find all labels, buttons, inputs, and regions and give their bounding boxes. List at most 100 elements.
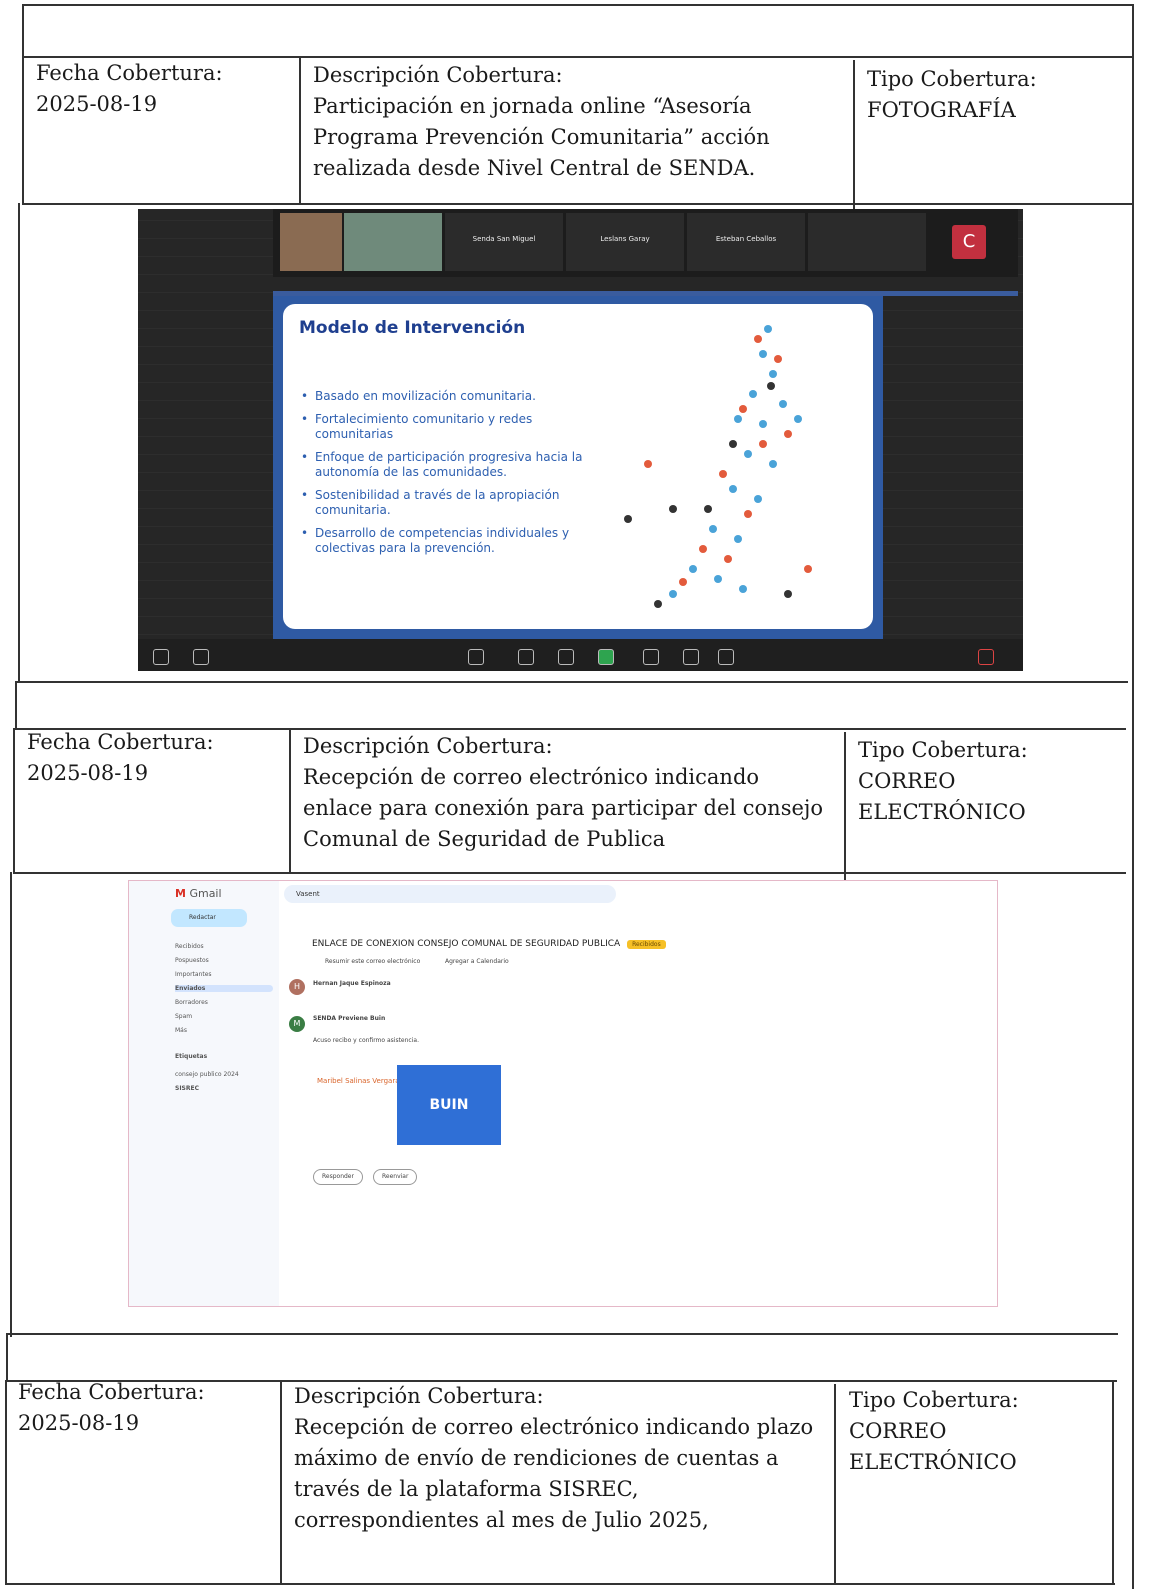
row2-bottom: [13, 872, 1126, 874]
descripcion-line: enlace para conexión para participar del…: [303, 796, 824, 820]
nav-item-borradores[interactable]: Borradores: [175, 999, 208, 1006]
sender-avatar: H: [289, 979, 305, 995]
row1-tipo: Tipo Cobertura: FOTOGRAFÍA: [867, 64, 1037, 126]
row3-tipo: Tipo Cobertura: CORREO ELECTRÓNICO: [849, 1385, 1019, 1478]
subject-tag[interactable]: Recibidos: [627, 940, 666, 949]
image2-bottom: [8, 1333, 1118, 1335]
sender-name: Hernan Jaque Espinoza: [313, 980, 391, 987]
descripcion-line: Recepción de correo electrónico indicand…: [294, 1415, 814, 1439]
nav-item-importantes[interactable]: Importantes: [175, 971, 212, 978]
row1-descripcion: Descripción Cobertura: Participación en …: [313, 60, 770, 184]
slide-bullet: Sostenibilidad a través de la apropiació…: [301, 488, 611, 518]
image2-left: [10, 872, 12, 1337]
participant-tile: Esteban Ceballos: [687, 213, 805, 271]
gmail-screenshot: M Gmail Redactar Recibidos Pospuestos Im…: [128, 880, 998, 1307]
react-icon[interactable]: [558, 649, 574, 665]
row2-tipo: Tipo Cobertura: CORREO ELECTRÓNICO: [858, 735, 1028, 828]
descripcion-line: Recepción de correo electrónico indicand…: [303, 765, 760, 789]
participants-bar: Senda San Miguel Leslans Garay Esteban C…: [273, 209, 1018, 277]
row3-div1: [280, 1380, 282, 1585]
camera-icon[interactable]: [193, 649, 209, 665]
slide-title: Modelo de Intervención: [299, 318, 526, 338]
reply-button[interactable]: Responder: [313, 1169, 363, 1185]
row1-bottom: [22, 203, 1134, 205]
nav-item-mas[interactable]: Más: [175, 1027, 187, 1034]
leave-icon[interactable]: [978, 649, 994, 665]
compose-button[interactable]: Redactar: [171, 909, 247, 927]
fecha-label: Fecha Cobertura:: [27, 730, 214, 754]
row1-div1: [299, 56, 301, 204]
row2-div2: [844, 732, 846, 882]
frame-left: [22, 4, 24, 56]
more-icon[interactable]: [718, 649, 734, 665]
participant-tile: Leslans Garay: [566, 213, 684, 271]
participant-video: [344, 213, 442, 271]
record-icon[interactable]: [643, 649, 659, 665]
tipo-label: Tipo Cobertura:: [858, 738, 1028, 762]
descripcion-line: través de la plataforma SISREC,: [294, 1477, 639, 1501]
participant-avatar: C: [952, 225, 986, 259]
slide-bullet: Enfoque de participación progresiva haci…: [301, 450, 611, 480]
people-arrow-illustration: [624, 325, 812, 608]
tipo-value: CORREO: [858, 769, 956, 793]
share-icon[interactable]: [598, 649, 614, 665]
tipo-value: FOTOGRAFÍA: [867, 98, 1016, 122]
participant-tile: Senda San Miguel: [445, 213, 563, 271]
calendar-action[interactable]: Agregar a Calendario: [445, 958, 509, 965]
descripcion-label: Descripción Cobertura:: [294, 1384, 544, 1408]
gmail-logo: M Gmail: [175, 887, 222, 900]
fecha-value: 2025-08-19: [36, 92, 158, 116]
label-item[interactable]: SISREC: [175, 1085, 199, 1092]
signature-name: Maribel Salinas Vergara: [317, 1077, 400, 1085]
descripcion-label: Descripción Cobertura:: [303, 734, 553, 758]
chat-icon[interactable]: [518, 649, 534, 665]
tipo-label: Tipo Cobertura:: [849, 1388, 1019, 1412]
gap2-left: [6, 1333, 8, 1381]
forward-button[interactable]: Reenviar: [373, 1169, 418, 1185]
slide-bullet: Desarrollo de competencias individuales …: [301, 526, 611, 556]
row2-fecha: Fecha Cobertura: 2025-08-19: [27, 727, 214, 789]
buin-logo: BUIN: [397, 1065, 501, 1145]
zoom-screenshot: Senda San Miguel Leslans Garay Esteban C…: [138, 209, 1023, 671]
row2-descripcion: Descripción Cobertura: Recepción de corr…: [303, 731, 823, 855]
tipo-label: Tipo Cobertura:: [867, 67, 1037, 91]
participant-name: Leslans Garay: [600, 235, 650, 243]
tipo-value: CORREO: [849, 1419, 947, 1443]
descripcion-line: realizada desde Nivel Central de SENDA.: [313, 156, 756, 180]
descripcion-line: Participación en jornada online “Asesorí…: [313, 94, 752, 118]
participant-name: Senda San Miguel: [472, 235, 536, 243]
nav-item-enviados[interactable]: Enviados: [175, 985, 273, 992]
label-item[interactable]: consejo publico 2024: [175, 1071, 239, 1078]
frame-right: [1132, 4, 1134, 1589]
image1-left: [18, 203, 20, 683]
summarize-action[interactable]: Resumir este correo electrónico: [325, 958, 420, 965]
descripcion-line: correspondientes al mes de Julio 2025,: [294, 1508, 709, 1532]
email-body: Acuso recibo y confirmo asistencia.: [313, 1037, 419, 1044]
slide-bullets: Basado en movilización comunitaria. Fort…: [301, 389, 611, 564]
row1-div2: [853, 60, 855, 210]
participants-icon[interactable]: [468, 649, 484, 665]
row3-div2: [834, 1384, 836, 1584]
fecha-label: Fecha Cobertura:: [18, 1380, 205, 1404]
nav-item-spam[interactable]: Spam: [175, 1013, 192, 1020]
apps-icon[interactable]: [683, 649, 699, 665]
frame-top: [22, 4, 1134, 6]
row1-fecha: Fecha Cobertura: 2025-08-19: [36, 58, 223, 120]
search-input[interactable]: Vasent: [284, 885, 616, 903]
email-subject: ENLACE DE CONEXION CONSEJO COMUNAL DE SE…: [312, 939, 666, 949]
row3-right: [1112, 1380, 1114, 1585]
nav-item-pospuestos[interactable]: Pospuestos: [175, 957, 209, 964]
participant-video: [280, 213, 342, 271]
descripcion-line: máximo de envío de rendiciones de cuenta…: [294, 1446, 779, 1470]
tipo-value: ELECTRÓNICO: [849, 1450, 1017, 1474]
meeting-controls: [138, 639, 1023, 671]
image1-bottom: [16, 681, 1128, 683]
descripcion-line: Programa Prevención Comunitaria” acción: [313, 125, 770, 149]
nav-item-recibidos[interactable]: Recibidos: [175, 943, 204, 950]
row3-descripcion: Descripción Cobertura: Recepción de corr…: [294, 1381, 813, 1536]
microphone-icon[interactable]: [153, 649, 169, 665]
participant-tile: [808, 213, 926, 271]
row3-bottom: [5, 1583, 1115, 1585]
labels-heading: Etiquetas: [175, 1053, 208, 1060]
fecha-value: 2025-08-19: [27, 761, 149, 785]
